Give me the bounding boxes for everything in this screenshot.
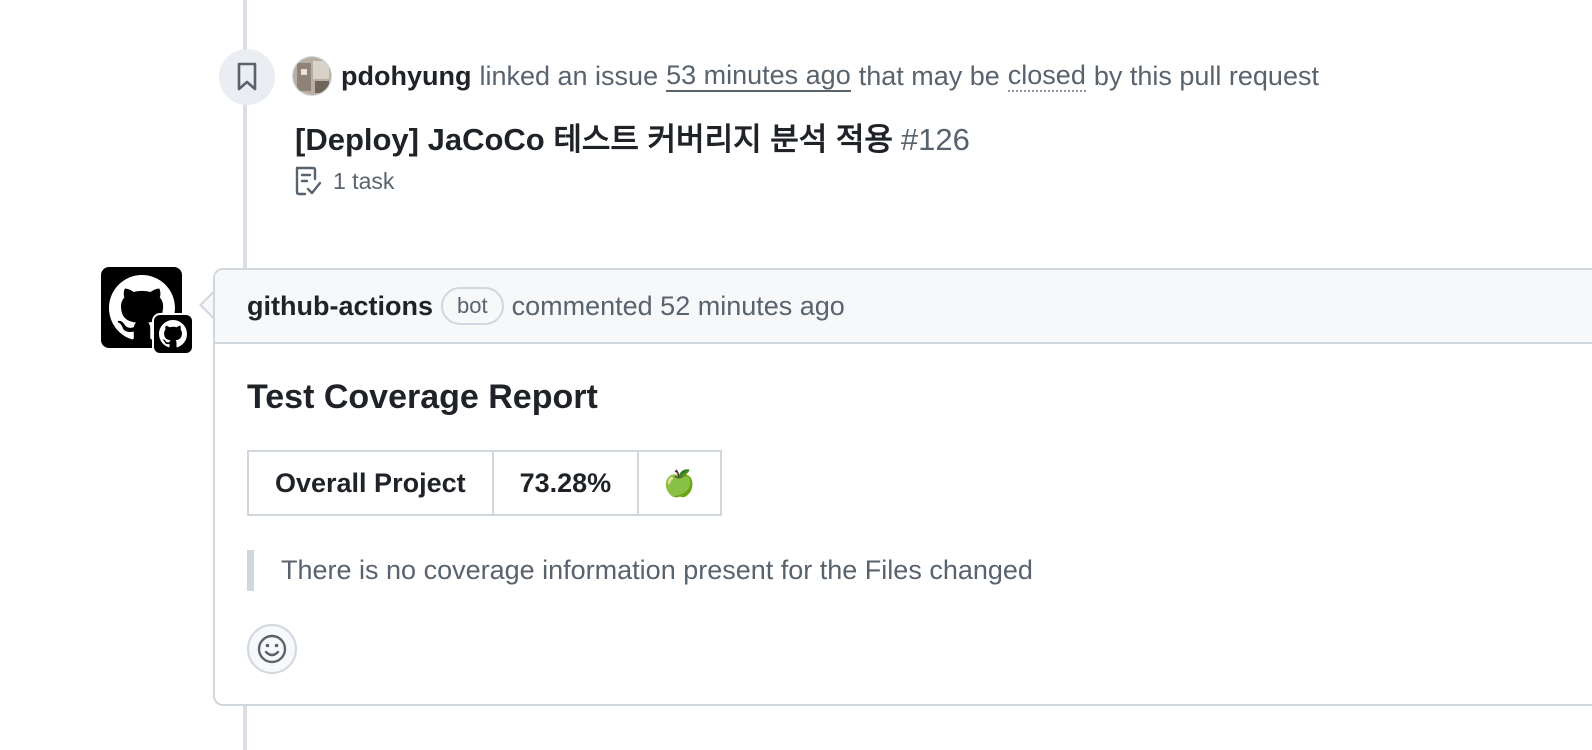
event-middle-text: that may be bbox=[858, 60, 1000, 91]
task-count-label: 1 task bbox=[333, 167, 395, 194]
comment-header: github-actions bot commented 52 minutes … bbox=[215, 270, 1592, 344]
comment-author-link[interactable]: github-actions bbox=[247, 291, 433, 322]
avatar[interactable] bbox=[292, 56, 332, 96]
bookmark-icon bbox=[237, 62, 257, 91]
avatar-image bbox=[293, 57, 331, 95]
table-row: Overall Project 73.28% 🍏 bbox=[247, 450, 722, 516]
report-heading: Test Coverage Report bbox=[247, 378, 598, 416]
event-action-text: linked an issue bbox=[479, 60, 659, 91]
coverage-note-quote: There is no coverage information present… bbox=[247, 550, 1033, 591]
smiley-icon bbox=[257, 634, 287, 664]
linked-issue-event: pdohyung linked an issue 53 minutes ago … bbox=[292, 55, 1319, 97]
coverage-percentage-cell: 73.28% bbox=[491, 450, 640, 516]
task-count: 1 task bbox=[293, 165, 394, 197]
coverage-table: Overall Project 73.28% 🍏 bbox=[247, 450, 722, 516]
task-list-icon bbox=[293, 165, 325, 197]
event-actor-link[interactable]: pdohyung bbox=[341, 61, 471, 92]
event-badge bbox=[219, 49, 275, 105]
event-time-link[interactable]: 53 minutes ago bbox=[666, 60, 851, 92]
coverage-status-emoji: 🍏 bbox=[637, 450, 722, 516]
bot-label: bot bbox=[440, 287, 504, 325]
issue-title-link[interactable]: [Deploy] JaCoCo 테스트 커버리지 분석 적용 bbox=[295, 122, 893, 157]
comment-action-text: commented bbox=[511, 290, 653, 321]
comment: github-actions bot commented 52 minutes … bbox=[213, 268, 1592, 706]
linked-issue[interactable]: [Deploy] JaCoCo 테스트 커버리지 분석 적용 #126 bbox=[295, 114, 970, 159]
coverage-label-cell: Overall Project bbox=[247, 450, 494, 516]
comment-time-link[interactable]: 52 minutes ago bbox=[660, 291, 845, 322]
issue-number[interactable]: #126 bbox=[901, 122, 970, 157]
comment-body: Test Coverage Report Overall Project 73.… bbox=[247, 374, 1592, 674]
add-reaction-button[interactable] bbox=[247, 624, 297, 674]
event-end-text: by this pull request bbox=[1093, 60, 1319, 91]
closed-keyword[interactable]: closed bbox=[1007, 60, 1086, 92]
bot-app-badge bbox=[152, 313, 194, 355]
github-mark-icon bbox=[159, 320, 187, 348]
